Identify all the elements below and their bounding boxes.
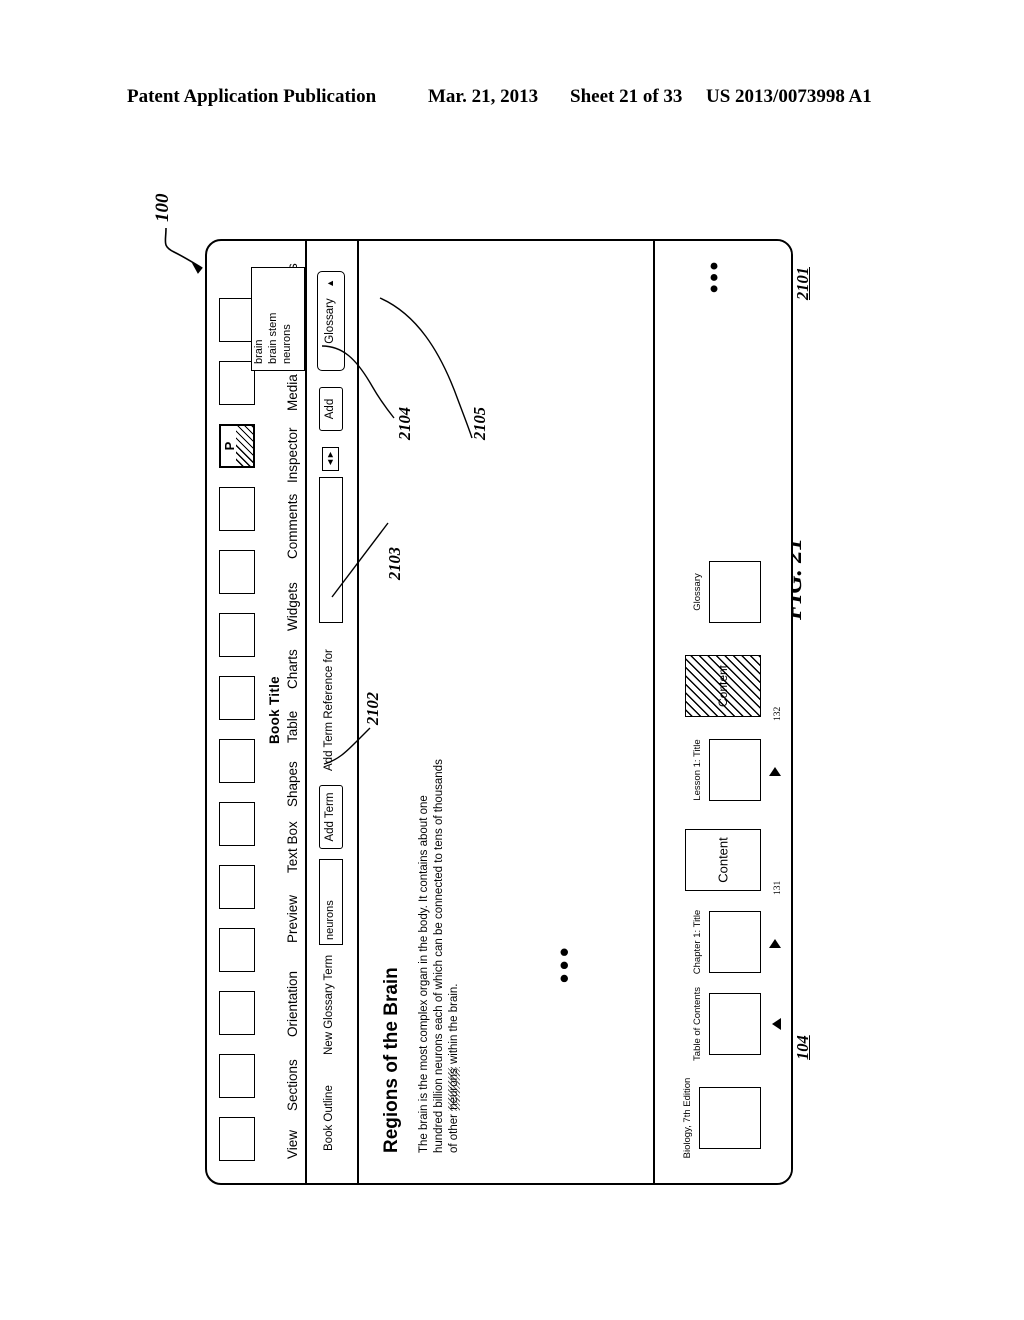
new-glossary-term-label: New Glossary Term [323,954,335,1055]
page-title: Book Title [267,676,282,745]
outline-item[interactable]: Chapter 1: Title [692,910,781,974]
outline-thumbnail[interactable] [709,993,761,1055]
menu-item-charts[interactable]: Charts [285,649,300,689]
sheet-number: Sheet 21 of 33 [570,86,683,107]
outline-ellipsis: ••• [701,258,728,293]
toolbar-icon-11[interactable]: P [219,424,255,468]
outline-item[interactable]: Table of Contents [692,987,781,1061]
toolbar-icon-12[interactable] [219,361,255,405]
term-reference-stepper[interactable]: ◄► [322,447,339,471]
content-ellipsis: ••• [549,943,579,983]
menu-item-comments[interactable]: Comments [285,494,300,559]
new-glossary-term-input[interactable]: neurons [319,859,343,945]
toolbar-icon-1[interactable] [219,1054,255,1098]
menu-item-table[interactable]: Table [285,711,300,743]
add-term-button[interactable]: Add Term [319,785,343,849]
toolbar-icon-10[interactable] [219,487,255,531]
outline-thumbnail[interactable]: Content [685,829,761,891]
outline-item-caption: Table of Contents [692,987,703,1061]
book-outline-strip: Biology, 7th Edition Table of Contents Cha… [653,239,791,1183]
menu-item-preview[interactable]: Preview [285,895,300,943]
toolbar-icon-8[interactable] [219,613,255,657]
outline-item-caption: Chapter 1: Title [692,909,703,975]
book-outline-label: Book Outline [323,1085,335,1151]
menu-item-view[interactable]: View [285,1130,300,1159]
paragraph-text-end: within the brain. [448,983,460,1068]
toolbar-icon-2[interactable] [219,991,255,1035]
toolbar-menu-strip: View Sections Orientation Preview Text Box Sh… [285,239,305,1183]
disclosure-triangle-right-icon[interactable] [769,939,781,948]
outline-item-caption: Glossary [692,573,703,611]
publication-date: Mar. 21, 2013 [428,86,539,107]
patent-page-header: Patent Application Publication Mar. 21, … [0,86,1024,116]
disclosure-triangle-right-icon[interactable] [769,767,781,776]
outline-thumbnail[interactable] [709,739,761,801]
glossary-item-brain[interactable]: brain [252,268,266,370]
glossary-item-neurons[interactable]: neurons [280,268,294,370]
patent-number: US 2013/0073998 A1 [706,86,872,107]
menu-item-text-box[interactable]: Text Box [285,821,300,873]
menu-item-sections[interactable]: Sections [285,1059,300,1111]
toolbar-icon-4[interactable] [219,865,255,909]
add-term-reference-input[interactable] [319,477,343,623]
toolbar-icon-13[interactable] [219,298,255,342]
glossary-item-brain-stem[interactable]: brain stem [266,268,280,370]
highlighted-term[interactable]: neurons [448,1067,460,1111]
outline-item[interactable]: Glossary [692,561,761,623]
outline-thumbnail[interactable] [709,561,761,623]
menu-item-orientation[interactable]: Orientation [285,971,300,1037]
outline-thumbnail[interactable] [699,1087,761,1149]
toolbar-icon-selection-hatch [236,426,253,466]
toolbar-icon-9[interactable] [219,550,255,594]
outline-item-caption: Biology, 7th Edition [682,1077,693,1159]
toolbar-icon-0[interactable] [219,1117,255,1161]
reference-2103: 2103 [385,547,404,580]
outline-item-reference: 131 [773,880,783,895]
outline-thumbnail-label: Content [716,664,730,708]
outline-thumbnail-label: Content [715,837,731,883]
content-canvas: Regions of the Brain The brain is the mo… [357,239,657,1183]
reference-104: 104 [793,1035,812,1060]
reference-2105: 2105 [470,407,489,440]
reference-2101: 2101 [793,267,812,300]
device-reference-100: 100 [152,193,173,223]
toolbar-icon-6[interactable] [219,739,255,783]
publication-label: Patent Application Publication [127,86,377,107]
outline-thumbnail[interactable]: Content [685,655,761,717]
menu-item-inspector[interactable]: Inspector [285,427,300,483]
toolbar-icon-3[interactable] [219,928,255,972]
chevron-up-icon: ▲ [325,279,335,288]
reference-2102: 2102 [363,692,382,725]
add-button[interactable]: Add [319,387,343,431]
glossary-term-bar: Book Outline New Glossary Term neurons A… [307,239,355,1183]
outline-item[interactable]: Content 131 [685,829,783,895]
reference-2104: 2104 [395,407,414,440]
application-window: P Book Title View Sections Orientation Prev… [205,239,793,1185]
content-heading: Regions of the Brain [381,967,402,1153]
outline-item[interactable]: Content 132 [685,655,783,721]
outline-item[interactable]: Lesson 1: Title [692,739,781,801]
toolbar-icon-7[interactable] [219,676,255,720]
add-term-reference-label: Add Term Reference for [323,649,335,771]
menu-item-shapes[interactable]: Shapes [285,761,300,807]
menu-item-widgets[interactable]: Widgets [285,582,300,631]
toolbar-icon-row: P [219,259,263,1161]
outline-item[interactable]: Biology, 7th Edition [682,1078,761,1158]
disclosure-triangle-up-icon[interactable] [772,1018,781,1030]
menu-item-media[interactable]: Media [285,374,300,411]
figure-stage: P Book Title View Sections Orientation Prev… [205,235,797,1185]
outline-item-reference: 132 [773,706,783,721]
toolbar-icon-5[interactable] [219,802,255,846]
toolbar: P Book Title View Sections Orientation Prev… [207,239,303,1183]
glossary-dropdown-label: Glossary [324,298,336,344]
content-paragraph: The brain is the most complex organ in t… [417,753,462,1153]
glossary-popup-panel[interactable]: brain brain stem neurons [251,267,305,371]
glossary-dropdown-button[interactable]: Glossary ▲ [317,271,345,371]
outline-thumbnail[interactable] [709,911,761,973]
outline-item-caption: Lesson 1: Title [692,739,703,801]
